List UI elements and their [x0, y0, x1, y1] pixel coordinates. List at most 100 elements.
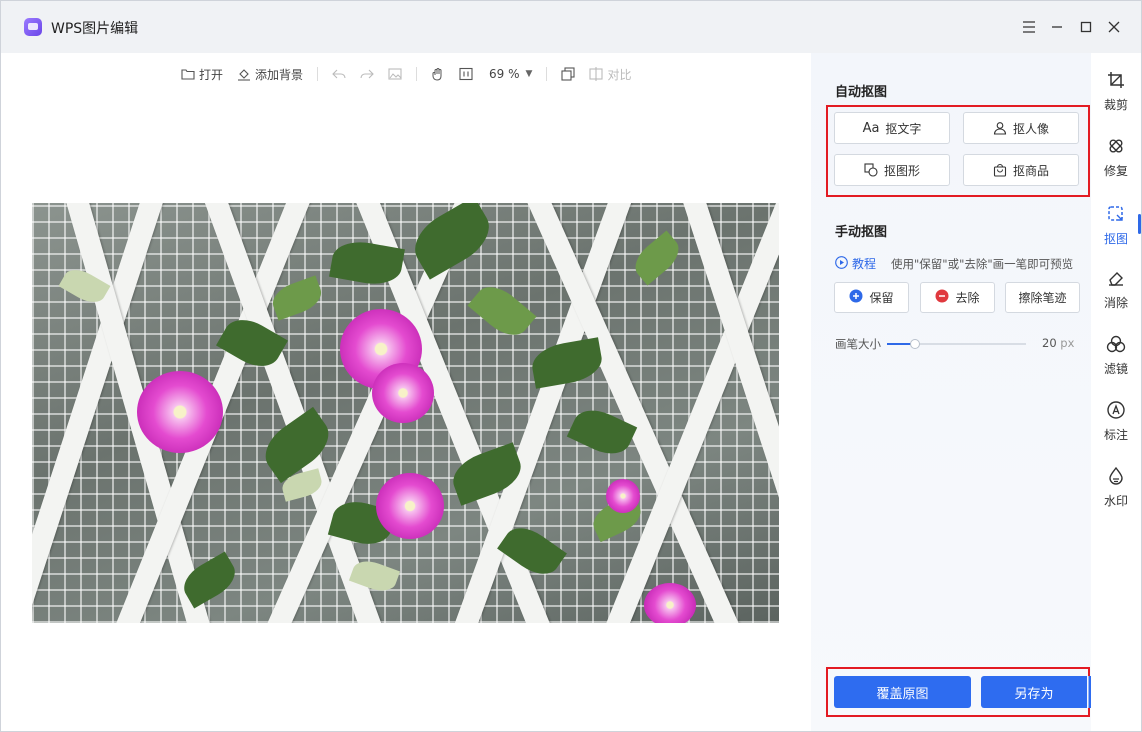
bandage-icon	[1107, 137, 1125, 158]
shape-icon	[864, 163, 878, 177]
brush-size-label: 画笔大小	[835, 337, 881, 351]
toolbar-divider	[416, 67, 418, 81]
manual-cutout-title: 手动抠图	[835, 225, 888, 240]
actual-size-icon	[459, 67, 473, 81]
rail-label-filter: 滤镜	[1103, 362, 1128, 376]
cutout-shape-button[interactable]: 抠图形	[834, 154, 950, 186]
rail-label-erase: 消除	[1103, 296, 1128, 310]
eraser-icon	[1107, 269, 1125, 290]
minimize-icon[interactable]	[1045, 15, 1069, 39]
cutout-portrait-button[interactable]: 抠人像	[963, 112, 1079, 144]
plus-circle-icon	[849, 289, 863, 306]
save-as-label: 另存为	[1014, 686, 1054, 702]
cutout-text-label: 抠文字	[885, 121, 922, 136]
add-background-label: 添加背景	[255, 67, 304, 82]
rail-label-crop: 裁剪	[1103, 98, 1128, 112]
flower	[644, 583, 696, 623]
app-logo-icon	[24, 18, 42, 36]
edited-photo[interactable]	[32, 203, 779, 623]
keep-label: 保留	[869, 291, 894, 305]
cutout-text-button[interactable]: Aa 抠文字	[834, 112, 950, 144]
overwrite-original-button[interactable]: 覆盖原图	[834, 676, 971, 708]
app-title: WPS图片编辑	[51, 21, 139, 37]
copy-button[interactable]	[561, 67, 576, 81]
text-aa-icon: Aa	[862, 120, 880, 136]
compare-label: 对比	[607, 67, 632, 82]
remove-label: 去除	[955, 291, 980, 305]
rail-item-annotate[interactable]: 标注	[1091, 401, 1141, 461]
rail-item-cutout[interactable]: 抠图	[1091, 205, 1141, 265]
add-background-button[interactable]: 添加背景	[237, 66, 303, 83]
zoom-value: 69 %	[489, 67, 520, 81]
image-toolbar: 打开 添加背景 69 % ▼ 对比	[181, 63, 645, 85]
hand-icon	[431, 67, 445, 81]
copy-icon	[561, 67, 576, 81]
flower	[137, 371, 223, 453]
rail-item-watermark[interactable]: 水印	[1091, 466, 1141, 527]
compare-icon	[589, 67, 604, 81]
bag-icon	[993, 163, 1007, 177]
cutout-icon	[1107, 205, 1125, 226]
image-button[interactable]	[388, 67, 402, 81]
erase-strokes-button[interactable]: 擦除笔迹	[1005, 282, 1080, 313]
toolbar-divider	[546, 67, 548, 81]
actual-size-button[interactable]	[459, 67, 473, 81]
rail-item-filter[interactable]: 滤镜	[1091, 335, 1141, 395]
tool-rail: 裁剪 修复 抠图 消除 滤镜 标注 水印	[1091, 53, 1141, 731]
flower	[376, 473, 444, 539]
cutout-portrait-label: 抠人像	[1012, 121, 1049, 136]
maximize-icon[interactable]	[1074, 15, 1098, 39]
cutout-panel: 自动抠图 Aa 抠文字 抠人像 抠图形 抠商品 手动抠图 教程 使用"保留"或"…	[811, 53, 1118, 731]
cutout-product-button[interactable]: 抠商品	[963, 154, 1079, 186]
keep-button[interactable]: 保留	[834, 282, 909, 313]
rail-label-annotate: 标注	[1103, 428, 1128, 442]
zoom-select[interactable]: 69 % ▼	[489, 67, 532, 81]
rail-item-erase[interactable]: 消除	[1091, 269, 1141, 329]
compare-button[interactable]: 对比	[589, 66, 631, 83]
save-as-button[interactable]: 另存为	[981, 676, 1087, 708]
toolbar-divider	[317, 67, 319, 81]
crop-icon	[1107, 71, 1125, 92]
manual-hint: 使用"保留"或"去除"画一笔即可预览	[891, 257, 1074, 271]
open-button[interactable]: 打开	[181, 66, 223, 83]
brush-size-slider-thumb[interactable]	[909, 339, 920, 349]
auto-cutout-title: 自动抠图	[835, 85, 888, 100]
play-circle-icon	[835, 255, 848, 272]
rail-label-cutout: 抠图	[1103, 232, 1128, 246]
brush-size-value: 20 px	[1042, 336, 1074, 350]
open-label: 打开	[199, 67, 224, 82]
cutout-shape-label: 抠图形	[883, 163, 920, 178]
rail-item-crop[interactable]: 裁剪	[1091, 71, 1141, 131]
rail-item-repair[interactable]: 修复	[1091, 137, 1141, 197]
title-bar: WPS图片编辑	[1, 1, 1141, 53]
tutorial-label: 教程	[852, 257, 877, 271]
erase-strokes-label: 擦除笔迹	[1018, 291, 1067, 305]
flower	[606, 479, 640, 513]
close-icon[interactable]	[1102, 15, 1126, 39]
chevron-down-icon: ▼	[525, 69, 533, 79]
brush-size-unit: px	[1060, 336, 1075, 350]
rail-label-repair: 修复	[1103, 164, 1128, 178]
pan-button[interactable]	[431, 67, 445, 81]
paint-bucket-icon	[237, 67, 251, 81]
tutorial-link[interactable]: 教程	[835, 255, 876, 272]
app-window: WPS图片编辑 打开 添加背景 69 % ▼ 对比 自动抠图 Aa 抠文字 抠人…	[0, 0, 1142, 732]
filter-icon	[1106, 335, 1126, 356]
brush-size-number: 20	[1042, 336, 1057, 350]
folder-icon	[181, 67, 195, 81]
canvas-area: 打开 添加背景 69 % ▼ 对比	[1, 53, 811, 731]
redo-button[interactable]	[360, 67, 374, 81]
menu-icon[interactable]	[1017, 15, 1041, 39]
minus-circle-icon	[935, 289, 949, 306]
redo-icon	[360, 67, 374, 81]
rail-label-watermark: 水印	[1103, 494, 1128, 508]
overwrite-original-label: 覆盖原图	[876, 686, 929, 702]
undo-icon	[332, 67, 346, 81]
image-icon	[388, 67, 402, 81]
person-icon	[993, 121, 1007, 135]
undo-button[interactable]	[332, 67, 346, 81]
flower	[372, 363, 434, 423]
remove-button[interactable]: 去除	[920, 282, 995, 313]
annotate-icon	[1107, 401, 1125, 422]
watermark-icon	[1107, 466, 1125, 488]
